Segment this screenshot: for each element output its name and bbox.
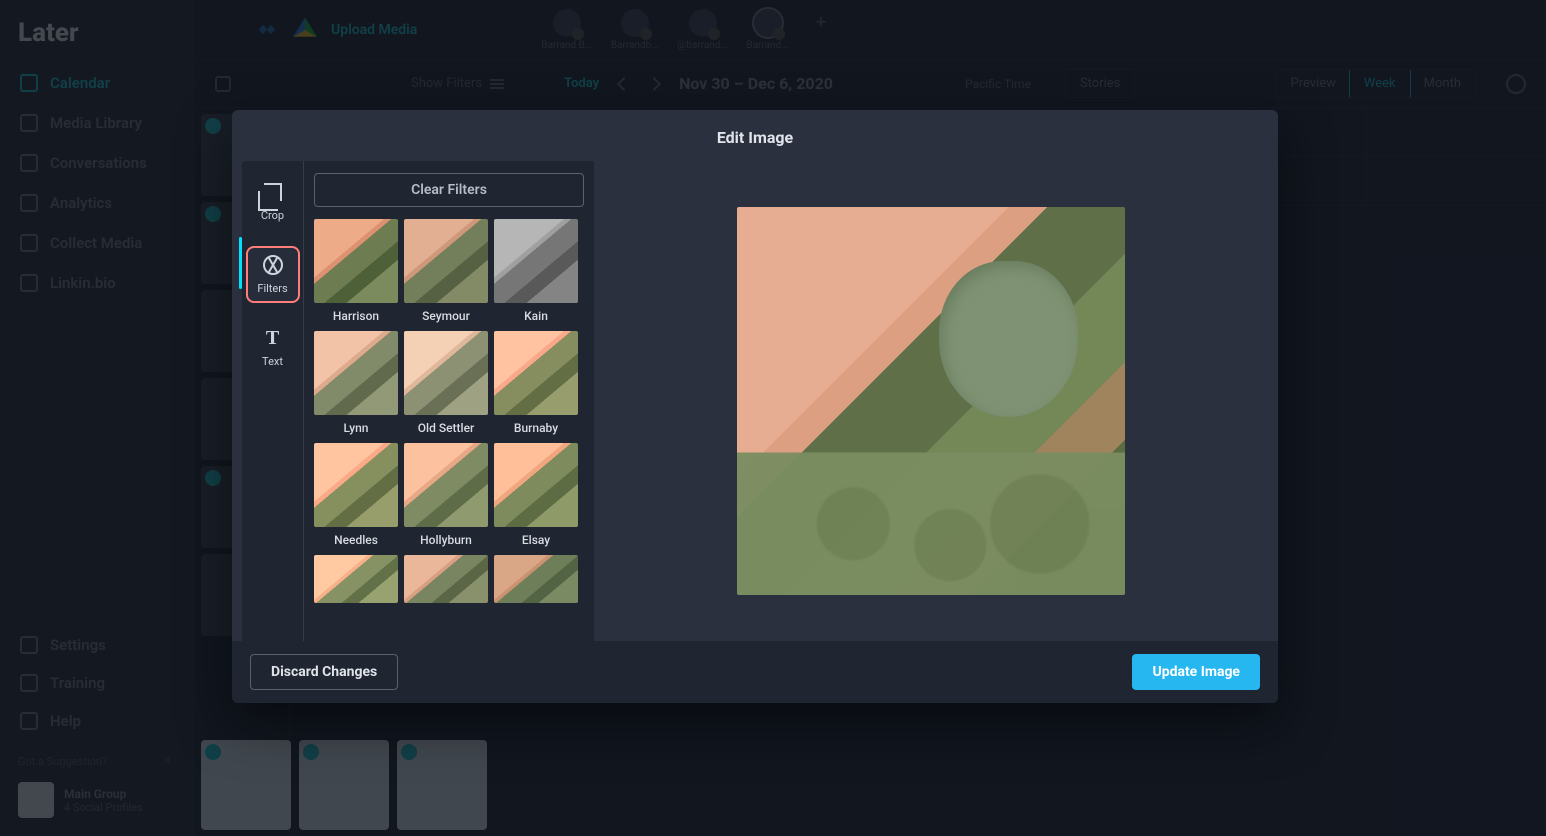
filter-swatch	[314, 219, 398, 303]
filter-item-partial[interactable]	[314, 555, 398, 603]
filter-swatch	[314, 443, 398, 527]
filter-label: Hollyburn	[420, 533, 472, 547]
filter-label: Kain	[524, 309, 548, 323]
filter-swatch	[494, 555, 578, 603]
clear-filters-button[interactable]: Clear Filters	[314, 173, 584, 207]
modal-footer: Discard Changes Update Image	[232, 641, 1278, 703]
filter-item-partial[interactable]	[494, 555, 578, 603]
filter-item-hollyburn[interactable]: Hollyburn	[404, 443, 488, 547]
filter-swatch	[404, 443, 488, 527]
discard-changes-button[interactable]: Discard Changes	[250, 654, 398, 690]
preview-area	[594, 161, 1268, 641]
filter-label: Lynn	[344, 421, 369, 435]
filter-item-lynn[interactable]: Lynn	[314, 331, 398, 435]
filter-swatch	[314, 331, 398, 415]
image-preview	[737, 207, 1125, 595]
filter-item-partial[interactable]	[404, 555, 488, 603]
filter-label: Burnaby	[514, 421, 558, 435]
filter-swatch	[404, 555, 488, 603]
filter-item-harrison[interactable]: Harrison	[314, 219, 398, 323]
edit-image-modal: Edit Image Crop Filters T Text Clear Fil…	[232, 110, 1278, 703]
text-icon: T	[262, 327, 284, 349]
filter-grid: Harrison Seymour Kain Lynn Old Settler Burnab…	[314, 219, 584, 603]
aperture-icon	[262, 254, 284, 276]
filter-panel: Clear Filters Harrison Seymour Kain Lynn Old…	[304, 161, 594, 641]
filter-item-oldsettler[interactable]: Old Settler	[404, 331, 488, 435]
tool-rail: Crop Filters T Text	[242, 161, 304, 641]
filter-swatch	[494, 443, 578, 527]
filter-label: Elsay	[522, 533, 550, 547]
crop-icon	[262, 181, 284, 203]
modal-title: Edit Image	[232, 110, 1278, 161]
filter-item-seymour[interactable]: Seymour	[404, 219, 488, 323]
filter-swatch	[314, 555, 398, 603]
update-image-button[interactable]: Update Image	[1132, 654, 1260, 690]
filter-item-elsay[interactable]: Elsay	[494, 443, 578, 547]
filter-label: Seymour	[422, 309, 470, 323]
tool-filters[interactable]: Filters	[248, 248, 298, 301]
filter-item-needles[interactable]: Needles	[314, 443, 398, 547]
filter-label: Old Settler	[418, 421, 474, 435]
tool-label: Filters	[257, 282, 287, 295]
filter-swatch	[494, 331, 578, 415]
tool-label: Text	[262, 355, 283, 368]
filter-swatch	[494, 219, 578, 303]
filter-item-kain[interactable]: Kain	[494, 219, 578, 323]
filter-label: Harrison	[333, 309, 379, 323]
filter-label: Needles	[334, 533, 378, 547]
filter-swatch	[404, 331, 488, 415]
tool-text[interactable]: T Text	[248, 321, 298, 374]
filter-item-burnaby[interactable]: Burnaby	[494, 331, 578, 435]
tool-crop[interactable]: Crop	[248, 175, 298, 228]
filter-swatch	[404, 219, 488, 303]
